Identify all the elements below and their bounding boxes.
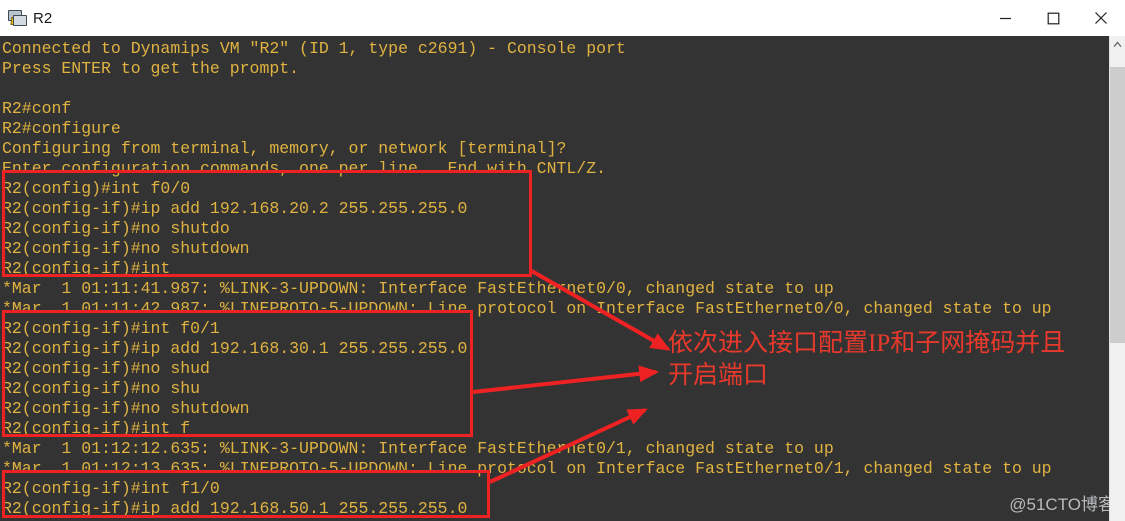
terminal-line: R2(config-if)#ip add 192.168.30.1 255.25…: [2, 339, 468, 358]
terminal-line: R2(config-if)#no shud: [2, 359, 210, 378]
terminal-line: Enter configuration commands, one per li…: [2, 159, 606, 178]
close-button[interactable]: [1077, 0, 1125, 36]
minimize-icon: [999, 17, 1011, 19]
terminal-line: Connected to Dynamips VM "R2" (ID 1, typ…: [2, 39, 626, 58]
terminal-line: *Mar 1 01:11:41.987: %LINK-3-UPDOWN: Int…: [2, 279, 834, 298]
maximize-button[interactable]: [1029, 0, 1077, 36]
terminal-line: *Mar 1 01:12:12.635: %LINK-3-UPDOWN: Int…: [2, 439, 834, 458]
close-icon: [1095, 12, 1107, 24]
titlebar-left: R2: [0, 9, 981, 27]
window-title: R2: [33, 9, 53, 27]
terminal-line: R2(config)#int f0/0: [2, 179, 191, 198]
terminal-line: R2(config-if)#ip add 192.168.50.1 255.25…: [2, 499, 468, 518]
terminal-line: R2(config-if)#int: [2, 259, 171, 278]
window-titlebar: R2: [0, 0, 1125, 37]
terminal-lines: Connected to Dynamips VM "R2" (ID 1, typ…: [0, 39, 1110, 519]
terminal-line: R2(config-if)#no shu: [2, 379, 201, 398]
minimize-button[interactable]: [981, 0, 1029, 36]
terminal-line: *Mar 1 01:11:42.987: %LINEPROTO-5-UPDOWN…: [2, 299, 1052, 318]
chevron-up-icon: [1113, 40, 1122, 47]
console-computer-icon: [8, 9, 27, 27]
terminal-line: R2#configure: [2, 119, 121, 138]
terminal-line: R2#conf: [2, 99, 72, 118]
terminal-line: R2(config-if)#ip add 192.168.20.2 255.25…: [2, 199, 468, 218]
terminal-line: R2(config-if)#no shutdown: [2, 399, 250, 418]
vertical-scrollbar[interactable]: [1109, 36, 1125, 521]
terminal-line: Configuring from terminal, memory, or ne…: [2, 139, 567, 158]
scrollbar-thumb[interactable]: [1110, 67, 1125, 343]
terminal-line: R2(config-if)#no shutdown: [2, 239, 250, 258]
terminal-line: R2(config-if)#int f0/1: [2, 319, 220, 338]
terminal-output-area[interactable]: Connected to Dynamips VM "R2" (ID 1, typ…: [0, 36, 1110, 521]
terminal-line: Press ENTER to get the prompt.: [2, 59, 300, 78]
terminal-line: R2(config-if)#no shutdo: [2, 219, 230, 238]
terminal-line: *Mar 1 01:12:13.635: %LINEPROTO-5-UPDOWN…: [2, 459, 1052, 478]
terminal-line: R2(config-if)#int f1/0: [2, 479, 220, 498]
console-window: R2 Connected to Dynamips VM "R2" (ID 1, …: [0, 0, 1125, 521]
terminal-line: R2(config-if)#int f: [2, 419, 191, 438]
maximize-icon: [1047, 12, 1059, 24]
scroll-up-button[interactable]: [1110, 36, 1125, 52]
window-controls: [981, 0, 1125, 36]
